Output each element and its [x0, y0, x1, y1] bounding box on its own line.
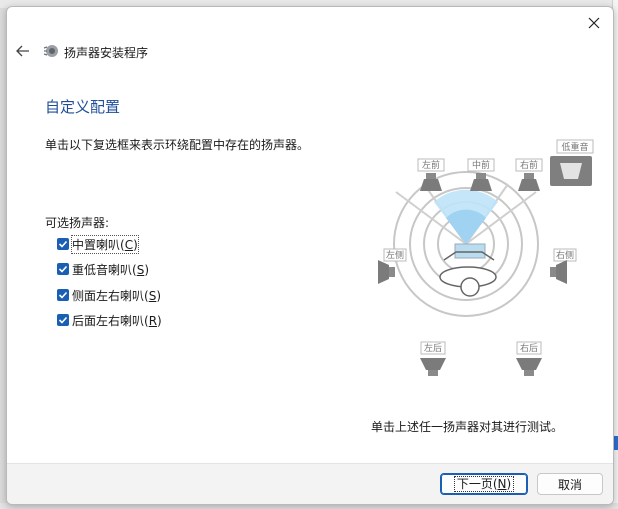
side-speakers-label: 侧面左右喇叭(S): [72, 288, 162, 303]
tv-screen: [454, 243, 486, 259]
side-speakers-checkbox[interactable]: 侧面左右喇叭(S): [57, 287, 161, 303]
checkbox-checked-icon: [57, 238, 69, 250]
side-right-speaker[interactable]: 右侧: [550, 248, 577, 284]
back-button[interactable]: [12, 40, 34, 62]
close-icon: [588, 17, 600, 29]
checkbox-checked-icon: [57, 289, 69, 301]
front-center-label: 中前: [472, 159, 490, 171]
dialog-footer: 下一页(N) 取消: [7, 463, 613, 504]
window-title: 扬声器安装程序: [64, 46, 149, 60]
instructions-text: 单击以下复选框来表示环绕配置中存在的扬声器。: [45, 138, 310, 152]
front-left-label: 左前: [422, 159, 440, 171]
front-right-label: 右前: [520, 159, 538, 171]
front-left-speaker[interactable]: 左前: [417, 158, 445, 191]
rear-right-speaker[interactable]: 右后: [516, 341, 542, 376]
rear-left-speaker[interactable]: 左后: [420, 341, 446, 376]
side-right-label: 右侧: [556, 249, 574, 261]
dialog-header: 扬声器安装程序: [7, 37, 613, 65]
front-right-speaker[interactable]: 右前: [515, 158, 543, 191]
next-button[interactable]: 下一页(N): [440, 473, 528, 495]
page-title: 自定义配置: [45, 98, 121, 116]
center-speaker-checkbox[interactable]: 中置喇叭(C): [57, 234, 139, 254]
speaker-diagram: 左前 中前 右前 低重音 左侧 右侧 左后 右后: [378, 139, 594, 376]
rear-speakers-checkbox[interactable]: 后面左右喇叭(R): [57, 312, 162, 328]
front-center-speaker[interactable]: 中前: [467, 158, 495, 191]
cancel-button[interactable]: 取消: [537, 473, 603, 495]
rear-right-label: 右后: [520, 342, 538, 354]
next-button-label: 下一页(N): [453, 476, 515, 492]
test-hint-text: 单击上述任一扬声器对其进行测试。: [371, 420, 564, 434]
center-speaker-label: 中置喇叭(C): [71, 234, 139, 254]
rear-left-label: 左后: [424, 342, 442, 354]
subwoofer-label: 重低音喇叭(S): [72, 262, 150, 277]
checkbox-checked-icon: [57, 314, 69, 326]
checkbox-checked-icon: [57, 263, 69, 275]
subwoofer-speaker[interactable]: 低重音: [550, 139, 594, 186]
back-arrow-icon: [16, 45, 29, 57]
side-left-label: 左侧: [386, 249, 404, 261]
close-button[interactable]: [581, 12, 607, 34]
side-left-speaker[interactable]: 左侧: [378, 248, 407, 284]
speaker-app-icon: [43, 45, 58, 57]
speaker-setup-dialog: 扬声器安装程序 自定义配置 单击以下复选框来表示环绕配置中存在的扬声器。 可选扬…: [6, 6, 614, 505]
subwoofer-speaker-label: 低重音: [561, 141, 588, 153]
subwoofer-checkbox[interactable]: 重低音喇叭(S): [57, 261, 149, 277]
rear-speakers-label: 后面左右喇叭(R): [72, 313, 162, 328]
optional-speakers-label: 可选扬声器:: [45, 216, 110, 230]
listener-figure: [439, 251, 497, 297]
